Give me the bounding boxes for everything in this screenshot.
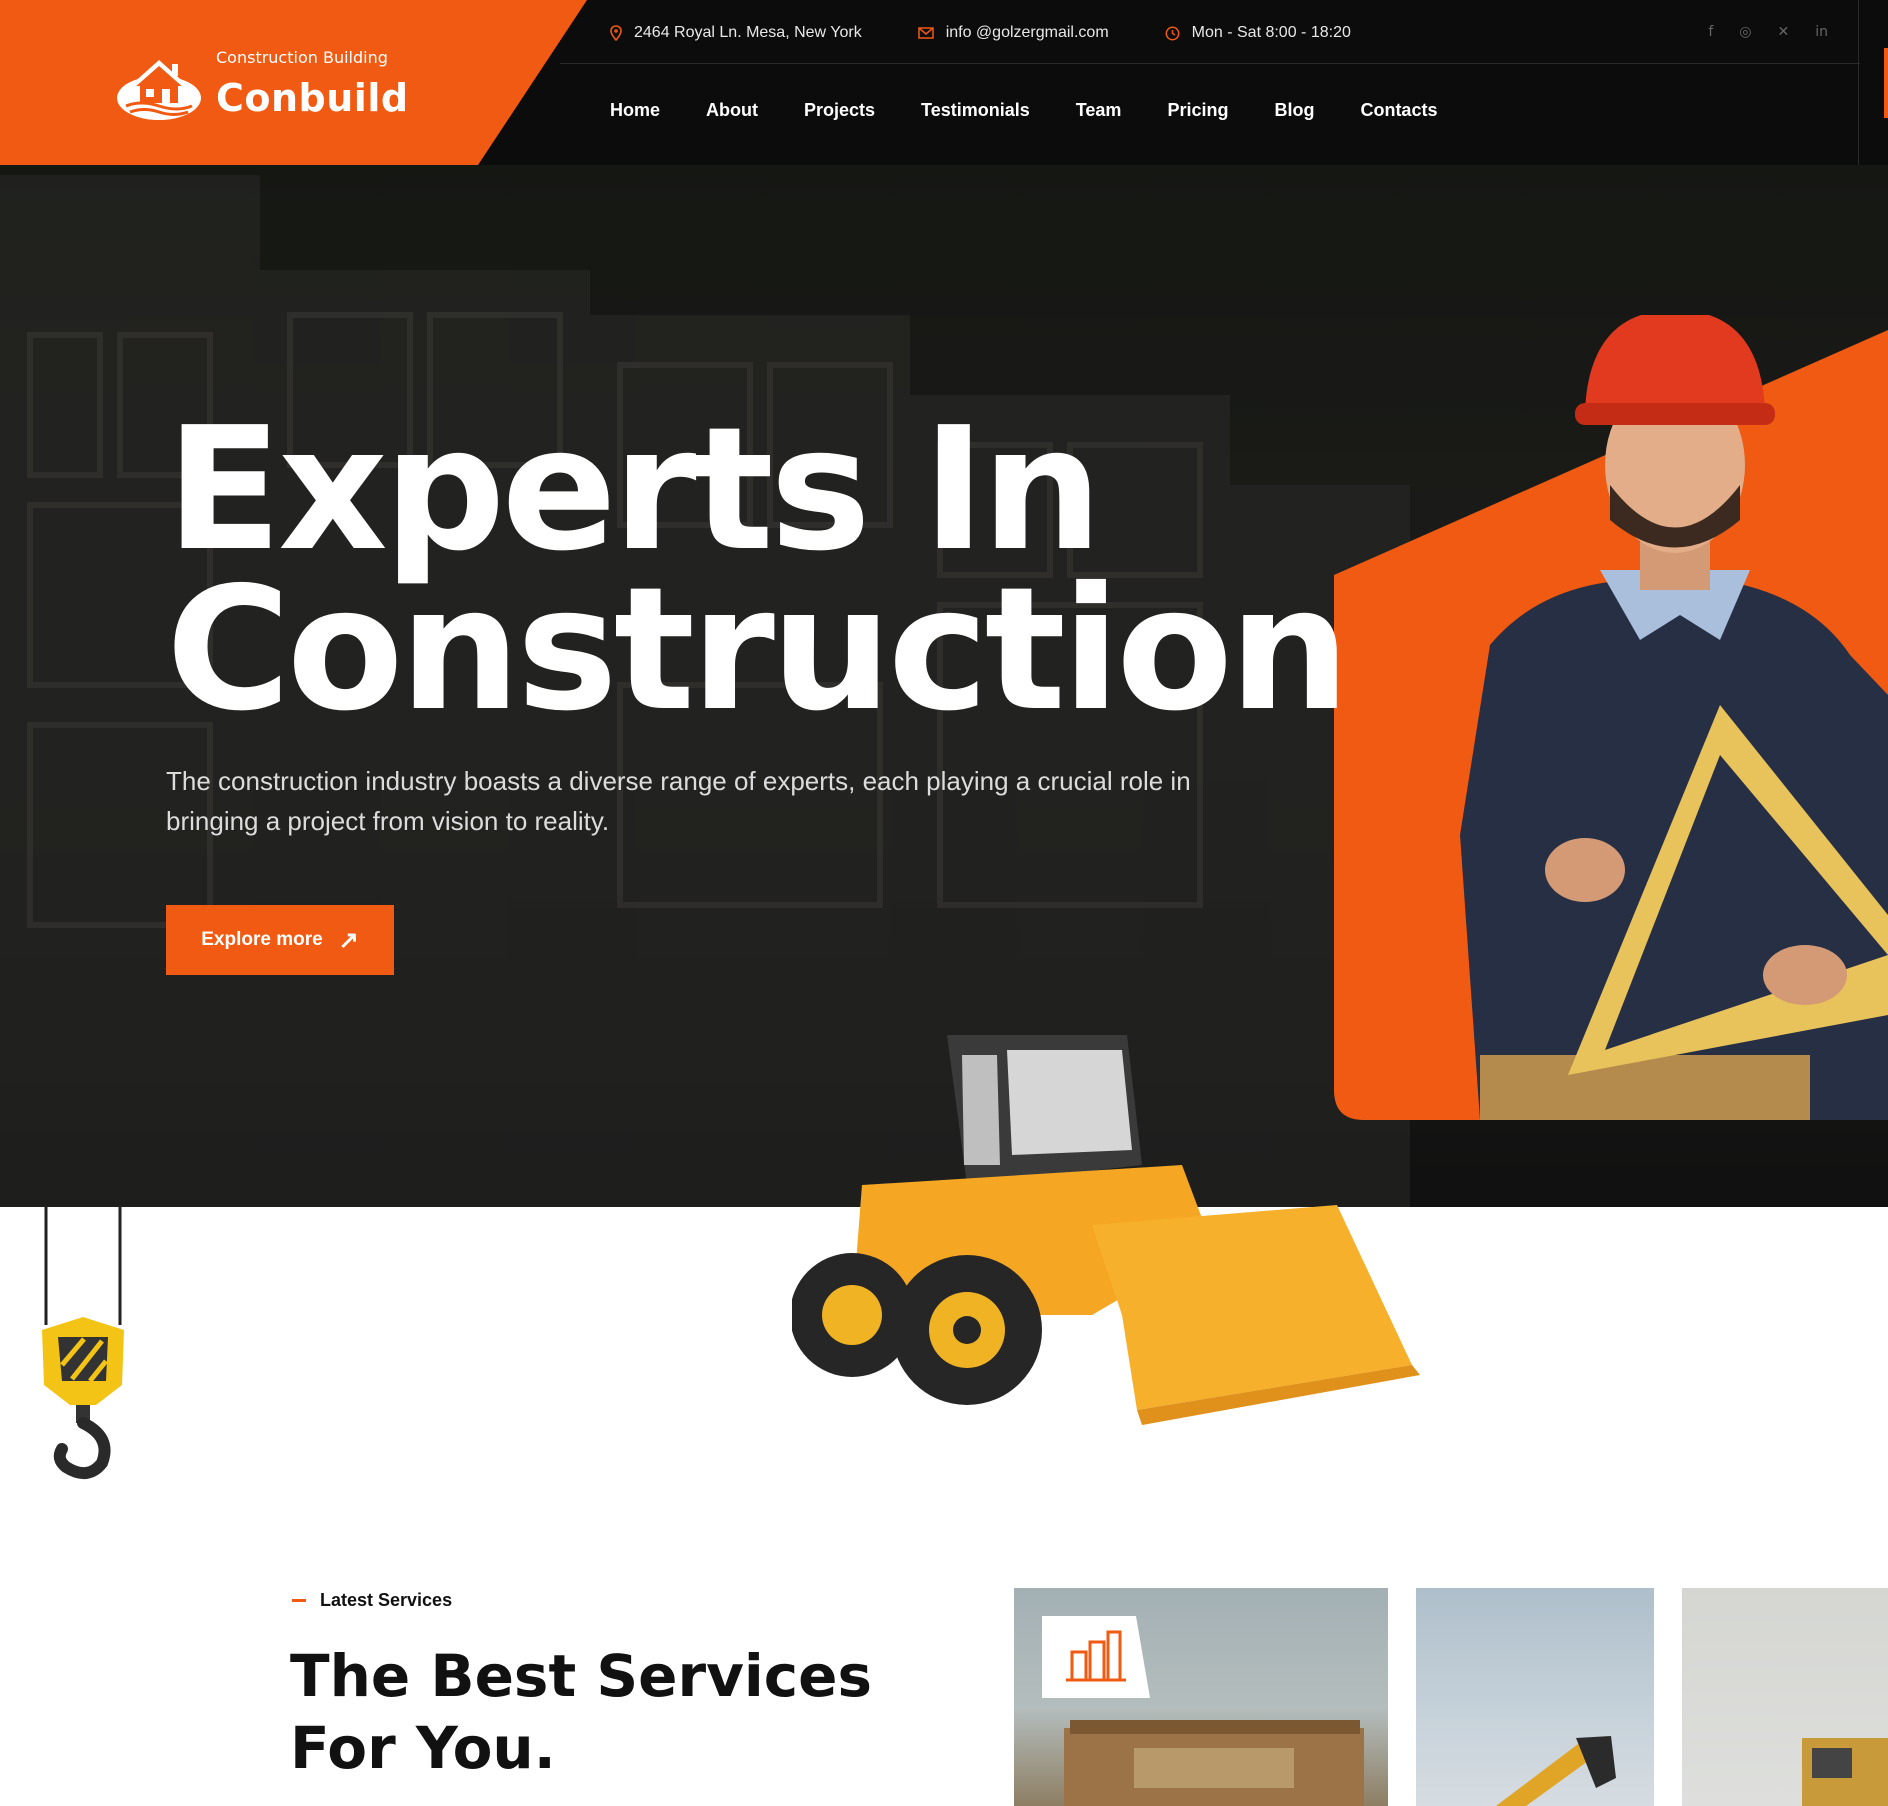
- facebook-icon[interactable]: f: [1708, 24, 1713, 40]
- clock-icon: [1165, 26, 1180, 40]
- mail-icon: [917, 27, 934, 39]
- logo-tagline: Construction Building: [216, 48, 388, 67]
- nav-testimonials[interactable]: Testimonials: [921, 100, 1030, 121]
- service-card-1[interactable]: [1014, 1588, 1388, 1806]
- hours-item: Mon - Sat 8:00 - 18:20: [1165, 24, 1351, 42]
- nav-about[interactable]: About: [706, 100, 758, 121]
- hero-subtitle: The construction industry boasts a diver…: [166, 766, 1191, 836]
- nav-pricing[interactable]: Pricing: [1167, 100, 1228, 121]
- social-links: f ◎ ✕ in: [1682, 24, 1828, 40]
- wheel-loader-icon: [792, 1035, 1420, 1425]
- side-accent-bar: [1884, 48, 1888, 118]
- service-card-3[interactable]: [1682, 1588, 1888, 1806]
- eyebrow-dash: [292, 1599, 306, 1602]
- linkedin-icon[interactable]: in: [1815, 24, 1828, 40]
- instagram-icon[interactable]: ◎: [1739, 24, 1751, 40]
- hero-title-line2: Construction: [166, 551, 1350, 749]
- hours-text: Mon - Sat 8:00 - 18:20: [1191, 24, 1351, 41]
- services-eyebrow: Latest Services: [292, 1590, 452, 1611]
- engineer-figure: [1460, 315, 1888, 1120]
- explore-more-label: Explore more: [201, 929, 323, 950]
- x-icon[interactable]: ✕: [1778, 24, 1790, 40]
- house-logo-icon: [117, 60, 201, 120]
- excavator-image: [1496, 1736, 1616, 1806]
- main-navigation: Home About Projects Testimonials Team Pr…: [610, 100, 1483, 121]
- nav-team[interactable]: Team: [1076, 100, 1122, 121]
- contact-info-bar: 2464 Royal Ln. Mesa, New York info @golz…: [610, 20, 1407, 46]
- logo-name: Conbuild: [216, 76, 409, 120]
- header-divider: [560, 63, 1860, 64]
- service-card-2[interactable]: [1416, 1588, 1654, 1806]
- construction-machine-image: [1802, 1738, 1888, 1806]
- address-item: 2464 Royal Ln. Mesa, New York: [610, 24, 862, 42]
- services-eyebrow-text: Latest Services: [320, 1590, 453, 1610]
- email-item[interactable]: info @golzergmail.com: [917, 24, 1109, 42]
- header-vertical-divider: [1858, 0, 1859, 165]
- nav-home[interactable]: Home: [610, 100, 660, 121]
- dump-truck-image: [1064, 1720, 1364, 1806]
- crane-hook-icon: [42, 1205, 124, 1479]
- arrow-up-right-icon: ↗: [338, 926, 359, 954]
- nav-projects[interactable]: Projects: [804, 100, 875, 121]
- services-title-line1: The Best Services: [290, 1642, 873, 1710]
- nav-contacts[interactable]: Contacts: [1360, 100, 1437, 121]
- location-pin-icon: [610, 25, 622, 41]
- site-header: Construction Building Conbuild 2464 Roya…: [0, 0, 1888, 175]
- explore-more-button[interactable]: Explore more ↗: [166, 905, 394, 975]
- services-title: The Best Services For You.: [290, 1640, 890, 1784]
- address-text: 2464 Royal Ln. Mesa, New York: [634, 24, 862, 41]
- logo-block[interactable]: Construction Building Conbuild: [0, 0, 590, 175]
- hero-title: Experts In Construction: [166, 405, 1366, 735]
- services-title-line2: For You.: [290, 1714, 556, 1782]
- nav-blog[interactable]: Blog: [1274, 100, 1314, 121]
- email-text[interactable]: info @golzergmail.com: [946, 24, 1109, 42]
